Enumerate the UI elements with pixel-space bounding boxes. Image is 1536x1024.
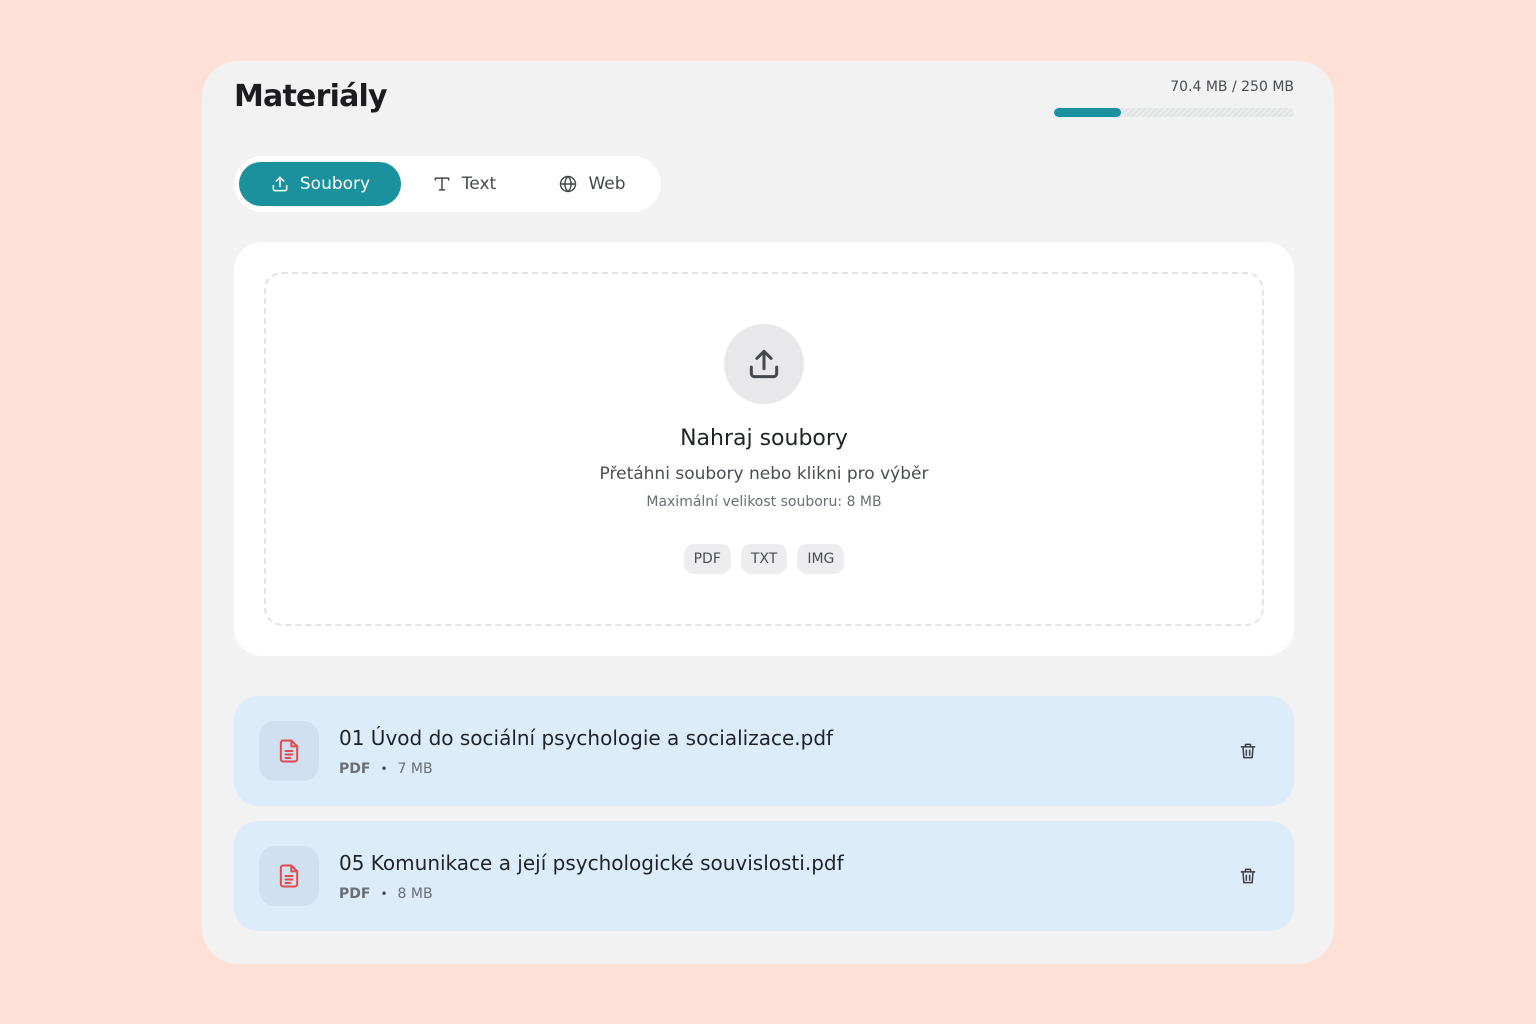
upload-icon xyxy=(272,176,288,192)
source-tabs: Soubory Text Web xyxy=(234,156,661,212)
text-icon xyxy=(434,177,450,191)
meta-separator: • xyxy=(380,887,388,901)
format-chip-img: IMG xyxy=(797,544,845,574)
globe-icon xyxy=(560,175,577,193)
file-size: 8 MB xyxy=(397,886,433,902)
tab-text-label: Text xyxy=(461,174,497,194)
format-chip-pdf: PDF xyxy=(683,544,731,574)
file-list-item[interactable]: 01 Úvod do sociální psychologie a social… xyxy=(234,696,1294,806)
upload-icon-circle xyxy=(724,324,804,404)
page-title: Materiály xyxy=(234,79,388,114)
format-chip-txt: TXT xyxy=(740,544,788,574)
tab-files[interactable]: Soubory xyxy=(239,162,401,206)
trash-icon xyxy=(1240,743,1256,759)
dropzone-subtitle: Přetáhni soubory nebo klikni pro výběr xyxy=(599,464,929,484)
materials-panel: Materiály 70.4 MB / 250 MB Soubory Text … xyxy=(202,61,1334,964)
dropzone-title: Nahraj soubory xyxy=(680,426,848,451)
tab-text[interactable]: Text xyxy=(414,162,514,206)
storage-usage-text: 70.4 MB / 250 MB xyxy=(1170,79,1294,95)
storage-indicator: 70.4 MB / 250 MB xyxy=(1054,77,1294,117)
storage-progress-track xyxy=(1054,108,1294,117)
file-dropzone[interactable]: Nahraj soubory Přetáhni soubory nebo kli… xyxy=(264,272,1264,626)
tab-web[interactable]: Web xyxy=(539,162,645,206)
tab-web-label: Web xyxy=(588,174,626,194)
upload-card: Nahraj soubory Přetáhni soubory nebo kli… xyxy=(234,242,1294,656)
meta-separator: • xyxy=(380,762,388,776)
file-type: PDF xyxy=(339,761,371,777)
file-meta: PDF • 8 MB xyxy=(339,886,433,902)
file-icon-box xyxy=(259,846,319,906)
tab-files-label: Soubory xyxy=(299,174,371,194)
dropzone-size-note: Maximální velikost souboru: 8 MB xyxy=(646,494,882,510)
file-meta: PDF • 7 MB xyxy=(339,761,433,777)
file-name: 01 Úvod do sociální psychologie a social… xyxy=(339,726,834,750)
file-type: PDF xyxy=(339,886,371,902)
file-size: 7 MB xyxy=(397,761,433,777)
file-icon-box xyxy=(259,721,319,781)
pdf-file-icon xyxy=(279,739,299,763)
file-name: 05 Komunikace a její psychologické souvi… xyxy=(339,851,844,875)
pdf-file-icon xyxy=(279,864,299,888)
file-list: 01 Úvod do sociální psychologie a social… xyxy=(234,696,1294,946)
upload-icon xyxy=(749,349,779,379)
trash-icon xyxy=(1240,868,1256,884)
delete-file-button[interactable] xyxy=(1236,739,1260,763)
storage-progress-fill xyxy=(1054,108,1122,117)
format-chips: PDF TXT IMG xyxy=(266,544,1262,574)
file-list-item[interactable]: 05 Komunikace a její psychologické souvi… xyxy=(234,821,1294,931)
delete-file-button[interactable] xyxy=(1236,864,1260,888)
